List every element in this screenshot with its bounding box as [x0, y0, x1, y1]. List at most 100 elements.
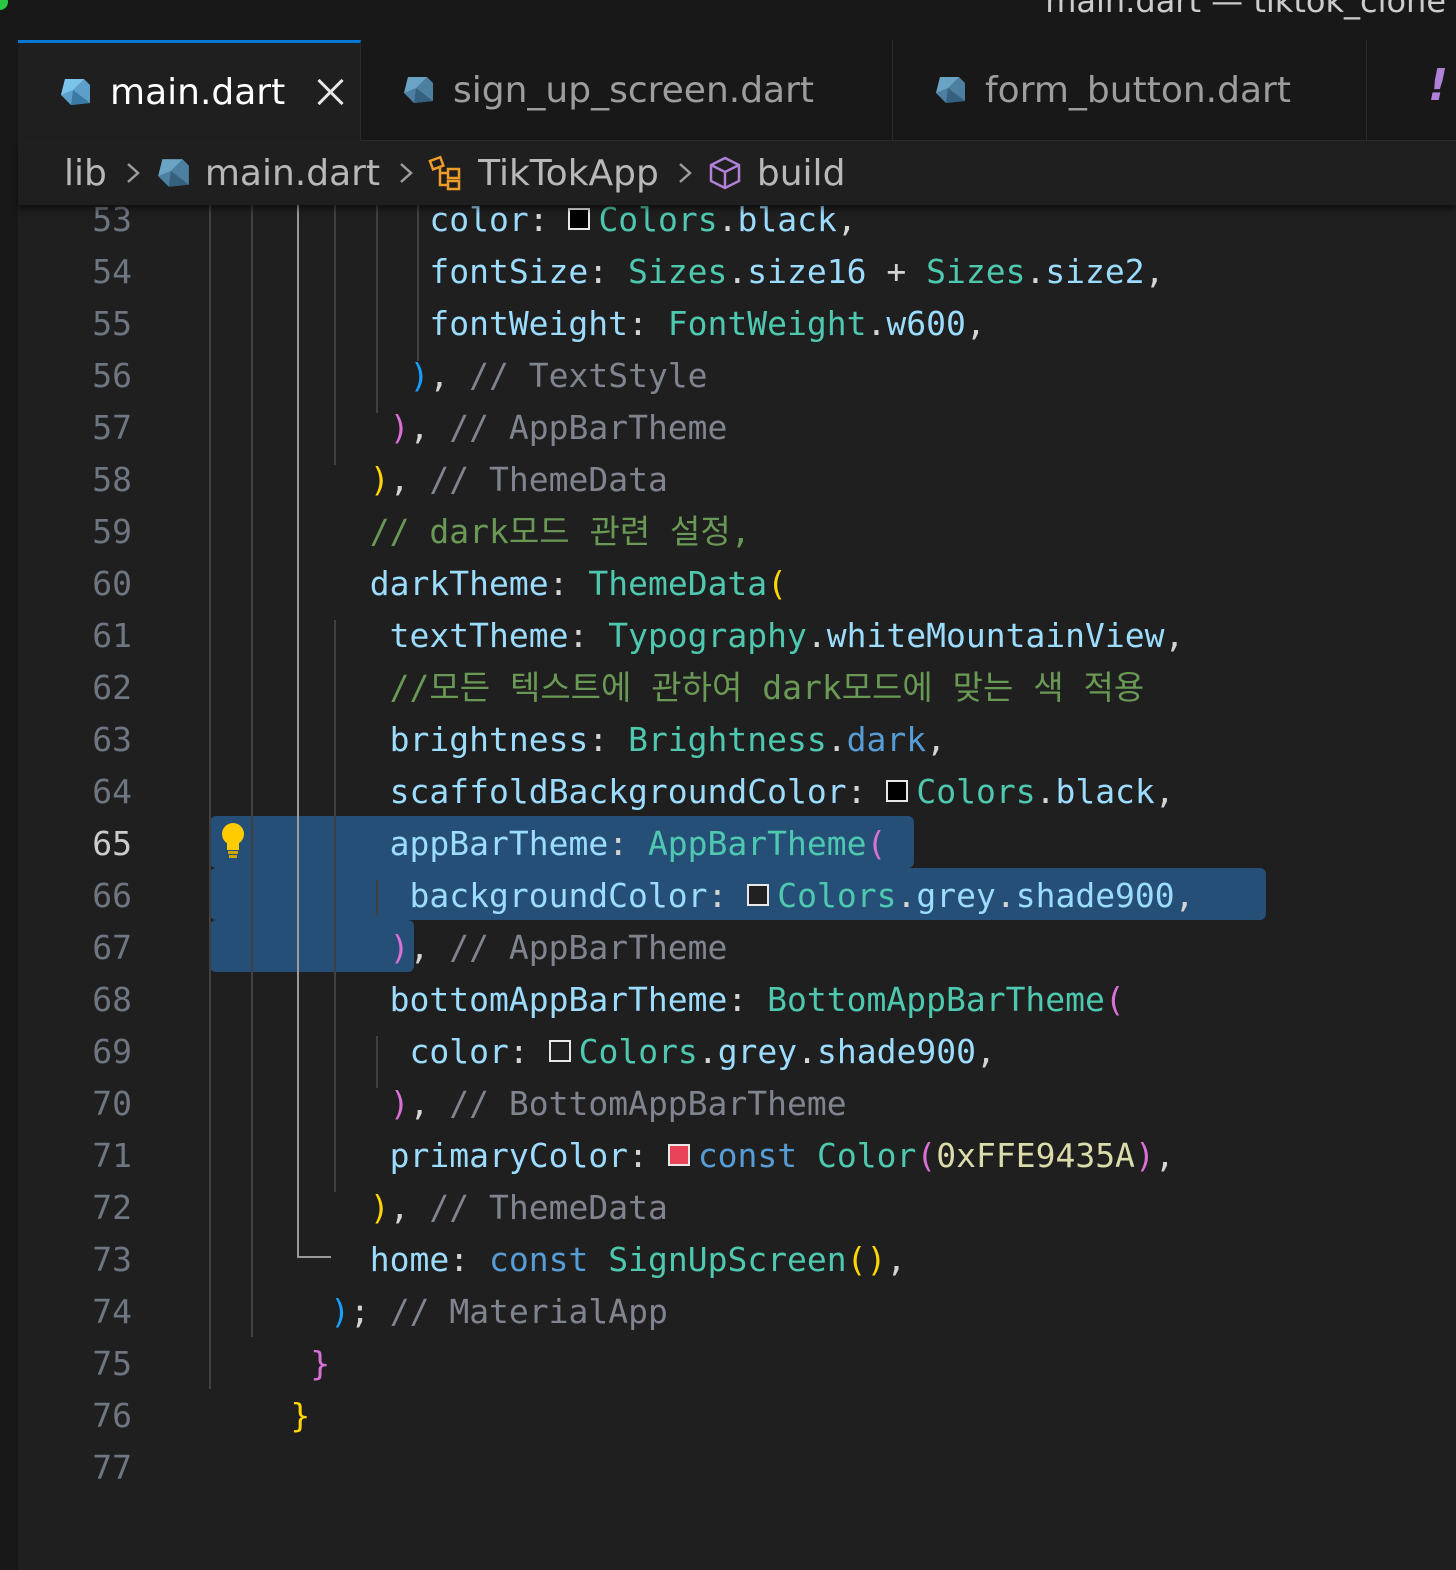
close-icon[interactable] [315, 77, 345, 107]
code-text: home: const SignUpScreen(), [370, 1234, 907, 1286]
code-token: , [1154, 1136, 1175, 1175]
line-number: 59 [92, 512, 132, 551]
tab-label: main.dart [110, 71, 286, 113]
line-number: 63 [92, 720, 132, 759]
color-swatch[interactable] [548, 1039, 571, 1062]
code-line[interactable]: 65 appBarTheme: AppBarTheme( [18, 818, 1456, 870]
activity-bar-edge [0, 40, 19, 1570]
code-token: : [628, 1136, 668, 1175]
code-token: size16 [747, 252, 867, 291]
code-text: bottomAppBarTheme: BottomAppBarTheme( [390, 974, 1125, 1026]
code-line[interactable]: 64 scaffoldBackgroundColor: Colors.black, [18, 766, 1456, 818]
tab-sign-up-screen-dart[interactable]: sign_up_screen.dart [361, 40, 893, 140]
tab-form-button-dart[interactable]: form_button.dart [893, 40, 1367, 140]
code-token: , [1174, 876, 1195, 915]
code-line[interactable]: 73 home: const SignUpScreen(), [18, 1234, 1456, 1286]
code-line[interactable]: 75} [18, 1338, 1456, 1390]
code-token: primaryColor [389, 1136, 629, 1175]
code-line[interactable]: 59 // dark모드 관련 설정, [18, 506, 1456, 558]
code-token: : [608, 824, 648, 863]
code-token: ; [349, 1292, 390, 1331]
code-line[interactable]: 60 darkTheme: ThemeData( [18, 558, 1456, 610]
code-line[interactable]: 72), // ThemeData [18, 1182, 1456, 1234]
window-maximize-button[interactable] [0, 0, 8, 10]
breadcrumb-item-build[interactable]: build [707, 152, 846, 194]
color-swatch[interactable] [886, 779, 909, 802]
code-token: black [737, 205, 837, 239]
code-line[interactable]: 57), // AppBarTheme [18, 402, 1456, 454]
code-token: // dark모드 관련 설정, [369, 512, 751, 551]
code-token: ( [1104, 980, 1125, 1019]
code-token: whiteMountainView [826, 616, 1165, 655]
code-token: . [806, 616, 827, 655]
code-line[interactable]: 69 color: Colors.grey.shade900, [18, 1026, 1456, 1078]
color-swatch[interactable] [568, 207, 591, 230]
tab-label: sign_up_screen.dart [453, 69, 815, 111]
code-token: : [588, 252, 629, 291]
code-line[interactable]: 66 backgroundColor: Colors.grey.shade900, [18, 870, 1456, 922]
breadcrumb-item-lib[interactable]: lib [64, 153, 107, 194]
tab-label: form_button.dart [985, 69, 1291, 111]
code-line[interactable]: 74); // MaterialApp [18, 1286, 1456, 1338]
code-text: ), // TextStyle [410, 350, 708, 402]
code-token: color [409, 1032, 509, 1071]
code-text: brightness: Brightness.dark, [390, 714, 946, 766]
breadcrumb-label: main.dart [204, 152, 381, 194]
code-token: Typography [608, 616, 807, 655]
code-token: : [588, 720, 629, 759]
code-line[interactable]: 62 //모든 텍스트에 관하여 dark모드에 맞는 색 적용 [18, 662, 1456, 714]
code-token: , [409, 928, 450, 967]
code-token: SignUpScreen [608, 1240, 847, 1279]
code-token: , [1164, 616, 1185, 655]
code-line[interactable]: 68 bottomAppBarTheme: BottomAppBarTheme( [18, 974, 1456, 1026]
line-number: 73 [92, 1240, 132, 1279]
code-token: . [727, 252, 748, 291]
color-swatch[interactable] [667, 1143, 690, 1166]
code-token: ) [1134, 1136, 1155, 1175]
code-token: } [310, 1344, 331, 1383]
code-token: ) [369, 460, 390, 499]
code-line[interactable]: 58), // ThemeData [18, 454, 1456, 506]
code-token: // BottomAppBarTheme [449, 1084, 847, 1123]
tab-overflow-warning-icon[interactable]: ! [1428, 60, 1448, 111]
line-number: 57 [92, 408, 132, 447]
tab-main-dart[interactable]: main.dart [18, 40, 361, 141]
code-token: , [965, 304, 986, 343]
line-number: 62 [92, 668, 132, 707]
code-token: . [896, 876, 917, 915]
code-token: AppBarTheme [647, 824, 867, 863]
code-line[interactable]: 53 color: Colors.black, [18, 205, 1456, 246]
code-token: w600 [886, 304, 966, 343]
code-line[interactable]: 76} [18, 1390, 1456, 1442]
code-line[interactable]: 56), // TextStyle [18, 350, 1456, 402]
code-line[interactable]: 71 primaryColor: const Color(0xFFE9435A), [18, 1130, 1456, 1182]
breadcrumb-label: build [756, 152, 846, 194]
code-line[interactable]: 70), // BottomAppBarTheme [18, 1078, 1456, 1130]
code-token: shade900 [817, 1032, 976, 1071]
dart-icon [404, 77, 433, 103]
code-token: , [389, 460, 430, 499]
code-token: color [429, 205, 529, 239]
code-line[interactable]: 67), // AppBarTheme [18, 922, 1456, 974]
code-line[interactable]: 63 brightness: Brightness.dark, [18, 714, 1456, 766]
chevron-right-icon [400, 163, 413, 183]
chevron-right-icon [679, 163, 692, 183]
code-token: fontWeight [429, 304, 629, 343]
code-text: fontWeight: FontWeight.w600, [429, 298, 985, 350]
code-text: ), // ThemeData [370, 454, 668, 506]
code-token: //모든 텍스트에 관하여 dark모드에 맞는 색 적용 [389, 668, 1145, 707]
code-token: : [548, 564, 589, 603]
breadcrumb-item-tiktokapp[interactable]: TikTokApp [428, 153, 659, 194]
code-token: , [886, 1240, 907, 1279]
breadcrumb-item-main-dart[interactable]: main.dart [155, 153, 380, 194]
code-line[interactable]: 61 textTheme: Typography.whiteMountainVie… [18, 610, 1456, 662]
code-editor[interactable]: 53 color: Colors.black, 54 fontSize: Sizes.… [18, 205, 1456, 1570]
code-line[interactable]: 54 fontSize: Sizes.size16 + Sizes.size2, [18, 246, 1456, 298]
code-line[interactable]: 55 fontWeight: FontWeight.w600, [18, 298, 1456, 350]
code-line[interactable]: 77 [18, 1442, 1456, 1494]
code-token: . [717, 205, 738, 239]
line-number: 68 [92, 980, 132, 1019]
color-swatch[interactable] [747, 883, 770, 906]
code-token: , [836, 205, 857, 239]
